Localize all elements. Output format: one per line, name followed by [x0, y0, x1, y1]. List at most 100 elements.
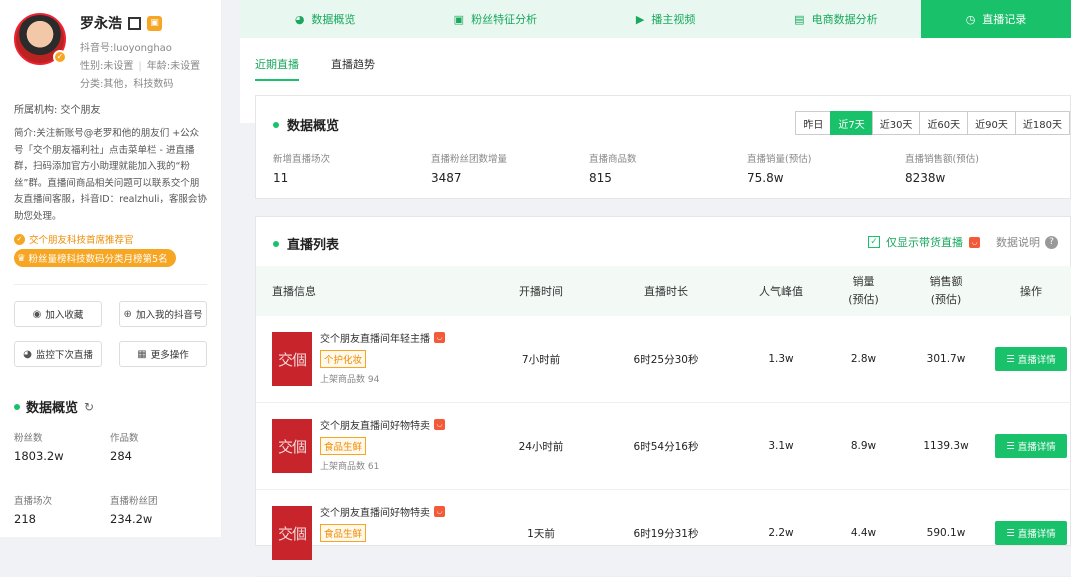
goods-count: 上架商品数 94	[320, 375, 380, 385]
live-info: 交個 交个朋友直播间年轻主播 ◡ 个护化妆 上架商品数 94	[256, 332, 486, 386]
metric-label: 新增直播场次	[273, 154, 331, 165]
category-tag: 食品生鲜	[320, 437, 367, 455]
live-title-row: 交个朋友直播间年轻主播 ◡	[320, 330, 445, 345]
metric-value: 815	[589, 171, 612, 185]
plus-icon: ⊕	[123, 308, 132, 320]
cart-icon: ◡	[434, 419, 445, 430]
period-60d[interactable]: 近60天	[919, 111, 969, 135]
side-stats: 粉丝数 1803.2w 作品数 284 直播场次 218 直播粉丝团 234.2w	[14, 430, 207, 526]
live-info: 交個 交个朋友直播间好物特卖 ◡ 食品生鲜 上架商品数 61	[256, 419, 486, 473]
stat-lives: 直播场次 218	[14, 493, 110, 526]
metric-fan-club-growth: 直播粉丝团数增量 3487	[431, 151, 589, 185]
live-title[interactable]: 交个朋友直播间好物特卖	[320, 504, 430, 519]
cell-amount: 1139.3w	[923, 440, 969, 452]
stat-fan-club: 直播粉丝团 234.2w	[110, 493, 206, 526]
overview-card: 数据概览 昨日 近7天 近30天 近60天 近90天 近180天 新增直播场次 1…	[255, 95, 1071, 199]
qr-code-icon[interactable]	[128, 16, 141, 30]
stat-label: 直播粉丝团	[110, 496, 158, 507]
cell-peak: 2.2w	[768, 527, 794, 539]
tab-live-records[interactable]: ◷ 直播记录	[921, 0, 1071, 38]
cart-icon: ◡	[434, 332, 445, 343]
overview-title: 数据概览	[273, 115, 339, 134]
collect-label: 加入收藏	[45, 310, 84, 321]
col-info: 直播信息	[272, 285, 316, 298]
cell-peak: 1.3w	[768, 353, 794, 365]
live-detail-button[interactable]: ☰ 直播详情	[995, 347, 1067, 371]
subtab-live-trend[interactable]: 直播趋势	[331, 56, 375, 81]
more-actions-button[interactable]: ▦ 更多操作	[119, 341, 207, 367]
tab-label: 播主视频	[651, 13, 696, 26]
tab-label: 电商数据分析	[811, 13, 878, 26]
goods-count: 上架商品数 61	[320, 462, 380, 472]
add-my-account-button[interactable]: ⊕ 加入我的抖音号	[119, 301, 207, 327]
live-list-title-text: 直播列表	[287, 238, 340, 253]
monitor-label: 监控下次直播	[35, 350, 93, 361]
period-90d[interactable]: 近90天	[967, 111, 1016, 135]
list-icon: ☰	[1006, 440, 1015, 452]
live-detail-button[interactable]: ☰ 直播详情	[995, 521, 1067, 545]
live-title[interactable]: 交个朋友直播间年轻主播	[320, 330, 430, 345]
metric-value: 3487	[431, 171, 462, 185]
collect-button[interactable]: ◉ 加入收藏	[14, 301, 102, 327]
data-explain-link[interactable]: 数据说明?	[996, 234, 1058, 250]
col-amount-1: 销售额	[929, 275, 963, 288]
stat-value: 218	[14, 512, 36, 526]
period-7d[interactable]: 近7天	[830, 111, 873, 135]
metric-label: 直播商品数	[589, 154, 637, 165]
shop-icon[interactable]: ▣	[147, 15, 162, 31]
cell-duration: 6时19分31秒	[633, 527, 699, 540]
live-thumbnail[interactable]: 交個	[272, 332, 312, 386]
subtab-recent-live[interactable]: 近期直播	[255, 56, 299, 81]
live-title-row: 交个朋友直播间好物特卖 ◡	[320, 417, 445, 432]
side-overview-title-text: 数据概览	[26, 401, 79, 416]
verified-icon: ✓	[53, 50, 67, 64]
profile-sidebar: ✓ 罗永浩 ▣ 抖音号:luoyonghao 性别:未设置 | 年龄:未设置 分类:…	[0, 0, 222, 537]
cart-icon: ◡	[969, 236, 980, 248]
period-yesterday[interactable]: 昨日	[795, 111, 832, 135]
dot-icon	[273, 240, 279, 247]
col-time: 开播时间	[519, 285, 563, 298]
live-title[interactable]: 交个朋友直播间好物特卖	[320, 417, 430, 432]
period-180d[interactable]: 近180天	[1014, 111, 1070, 135]
pie-icon: ◕	[294, 12, 305, 26]
star-icon: ◉	[32, 308, 42, 320]
detail-label: 直播详情	[1017, 355, 1056, 366]
add-my-label: 加入我的抖音号	[135, 310, 203, 321]
tab-ecommerce[interactable]: ▤ 电商数据分析	[751, 0, 921, 38]
only-goods-filter[interactable]: ✓ 仅显示带货直播 ◡	[868, 234, 980, 250]
clock-icon: ◷	[965, 12, 976, 26]
monitor-button[interactable]: ◕ 监控下次直播	[14, 341, 102, 367]
cell-amount: 301.7w	[926, 353, 966, 365]
live-thumbnail[interactable]: 交個	[272, 419, 312, 473]
tab-videos[interactable]: ▶ 播主视频	[581, 0, 751, 38]
checkbox-icon[interactable]: ✓	[868, 236, 880, 248]
col-amount-2: (预估)	[930, 293, 962, 306]
cart-icon: ◡	[434, 506, 445, 517]
only-goods-label: 仅显示带货直播	[886, 236, 963, 249]
bag-icon: ▤	[794, 12, 805, 26]
cell-sales: 2.8w	[850, 353, 877, 365]
live-detail-button[interactable]: ☰ 直播详情	[995, 434, 1067, 458]
category-tag: 个护化妆	[320, 350, 367, 368]
profile-header: ✓ 罗永浩 ▣ 抖音号:luoyonghao 性别:未设置 | 年龄:未设置 分类:…	[14, 12, 207, 94]
live-thumbnail[interactable]: 交個	[272, 506, 312, 560]
stat-fans: 粉丝数 1803.2w	[14, 430, 110, 463]
main-content: ◕ 数据概览 ▣ 粉丝特征分析 ▶ 播主视频 ▤ 电商数据分析 ◷ 直播记录 近期直播 直…	[240, 0, 1071, 577]
table-row: 交個 交个朋友直播间好物特卖 ◡ 食品生鲜 上架商品数 61 24小时前 6时54…	[256, 403, 1071, 490]
divider	[14, 284, 207, 285]
table-row: 交個 交个朋友直播间年轻主播 ◡ 个护化妆 上架商品数 94 7小时前 6时25分…	[256, 316, 1071, 403]
id-card-icon: ▣	[453, 12, 465, 26]
period-selector: 昨日 近7天 近30天 近60天 近90天 近180天	[795, 111, 1070, 135]
refresh-icon[interactable]: ↻	[84, 400, 94, 414]
table-body: 交個 交个朋友直播间年轻主播 ◡ 个护化妆 上架商品数 94 7小时前 6时25分…	[256, 316, 1071, 577]
side-overview-title: 数据概览 ↻	[14, 397, 207, 416]
metric-value: 75.8w	[747, 171, 784, 185]
profile-name: 罗永浩	[80, 16, 122, 32]
tab-fans[interactable]: ▣ 粉丝特征分析	[410, 0, 580, 38]
live-info: 交個 交个朋友直播间好物特卖 ◡ 食品生鲜	[256, 506, 486, 560]
period-30d[interactable]: 近30天	[871, 111, 921, 135]
rank-badge[interactable]: ♛ 粉丝量榜科技数码分类月榜第5名	[14, 249, 176, 267]
tab-label: 直播记录	[982, 13, 1027, 26]
tab-overview[interactable]: ◕ 数据概览	[240, 0, 410, 38]
stat-works: 作品数 284	[110, 430, 206, 463]
